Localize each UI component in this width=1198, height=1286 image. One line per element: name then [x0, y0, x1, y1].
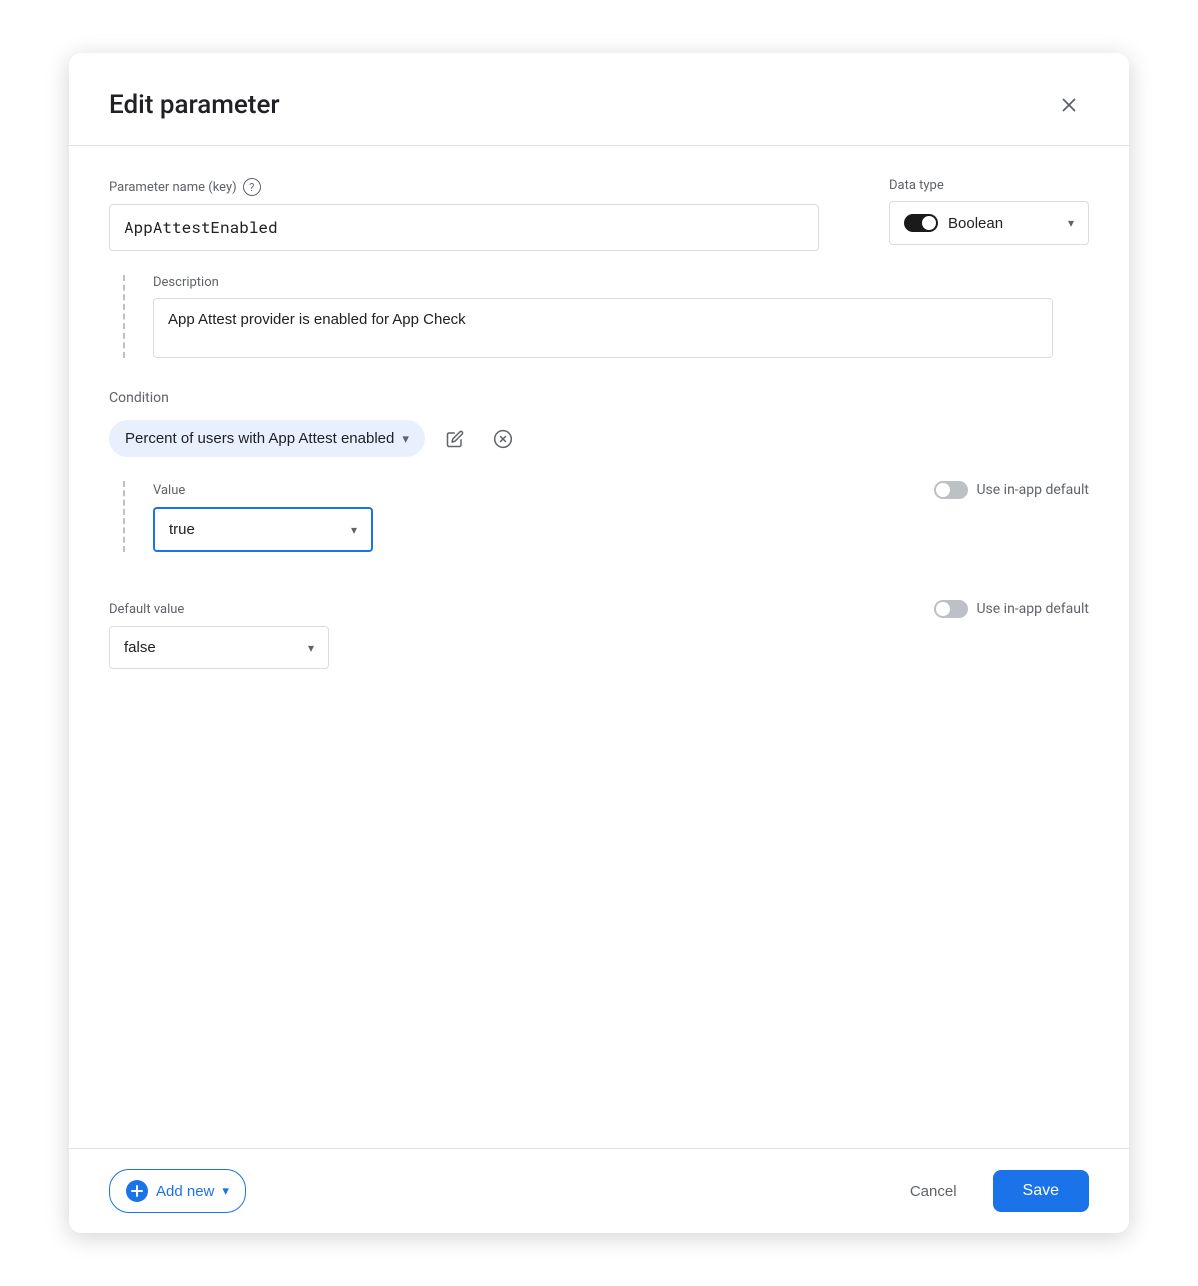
edit-parameter-dialog: Edit parameter Parameter name (key) ? Da… — [69, 53, 1129, 1233]
default-value-row: Default value Use in-app default — [109, 600, 1089, 618]
param-name-group: Parameter name (key) ? — [109, 178, 865, 251]
use-in-app-default-row: Use in-app default — [934, 481, 1089, 499]
dialog-body: Parameter name (key) ? Data type Boolean… — [69, 146, 1129, 1148]
data-type-select[interactable]: Boolean ▾ — [889, 201, 1089, 245]
data-type-group: Data type Boolean ▾ — [889, 178, 1089, 245]
help-icon[interactable]: ? — [243, 178, 261, 196]
edit-condition-button[interactable] — [437, 421, 473, 457]
default-value-select[interactable]: false ▾ — [109, 626, 329, 669]
condition-chip[interactable]: Percent of users with App Attest enabled… — [109, 420, 425, 457]
add-new-chevron-icon: ▾ — [222, 1183, 229, 1199]
condition-chevron-icon: ▾ — [402, 431, 409, 447]
boolean-toggle-icon — [904, 214, 938, 232]
condition-label: Condition — [109, 390, 1089, 406]
value-section: Value Use in-app default true ▾ — [123, 481, 1089, 552]
use-in-app-default-toggle[interactable] — [934, 481, 968, 499]
description-input[interactable]: App Attest provider is enabled for App C… — [153, 298, 1053, 358]
value-label: Value — [153, 483, 185, 498]
close-button[interactable] — [1049, 85, 1089, 125]
cancel-button[interactable]: Cancel — [890, 1173, 977, 1210]
default-chevron-icon: ▾ — [308, 641, 314, 655]
description-section: Description App Attest provider is enabl… — [123, 275, 1089, 358]
data-type-label: Data type — [889, 178, 1089, 193]
value-row: Value Use in-app default — [153, 481, 1089, 499]
condition-row: Percent of users with App Attest enabled… — [109, 420, 1089, 457]
add-new-button[interactable]: Add new ▾ — [109, 1169, 246, 1213]
value-select[interactable]: true ▾ — [153, 507, 373, 552]
plus-circle-icon — [126, 1180, 148, 1202]
use-in-app-default-label: Use in-app default — [976, 482, 1089, 498]
default-use-in-app-default-toggle[interactable] — [934, 600, 968, 618]
default-use-in-app-default-label: Use in-app default — [976, 601, 1089, 617]
save-button[interactable]: Save — [993, 1170, 1089, 1212]
remove-condition-button[interactable] — [485, 421, 521, 457]
description-group: Description App Attest provider is enabl… — [153, 275, 1089, 358]
data-type-chevron-icon: ▾ — [1068, 216, 1074, 230]
footer-actions: Cancel Save — [890, 1170, 1089, 1212]
param-name-input[interactable] — [109, 204, 819, 251]
default-value-label: Default value — [109, 602, 184, 617]
dialog-title: Edit parameter — [109, 90, 280, 120]
dialog-header: Edit parameter — [69, 53, 1129, 146]
default-use-in-app-default-row: Use in-app default — [934, 600, 1089, 618]
param-name-label: Parameter name (key) ? — [109, 178, 865, 196]
description-label: Description — [153, 275, 1089, 290]
param-name-row: Parameter name (key) ? Data type Boolean… — [109, 178, 1089, 251]
dialog-footer: Add new ▾ Cancel Save — [69, 1148, 1129, 1233]
value-chevron-icon: ▾ — [351, 523, 357, 537]
default-value-section: Default value Use in-app default false ▾ — [109, 600, 1089, 669]
